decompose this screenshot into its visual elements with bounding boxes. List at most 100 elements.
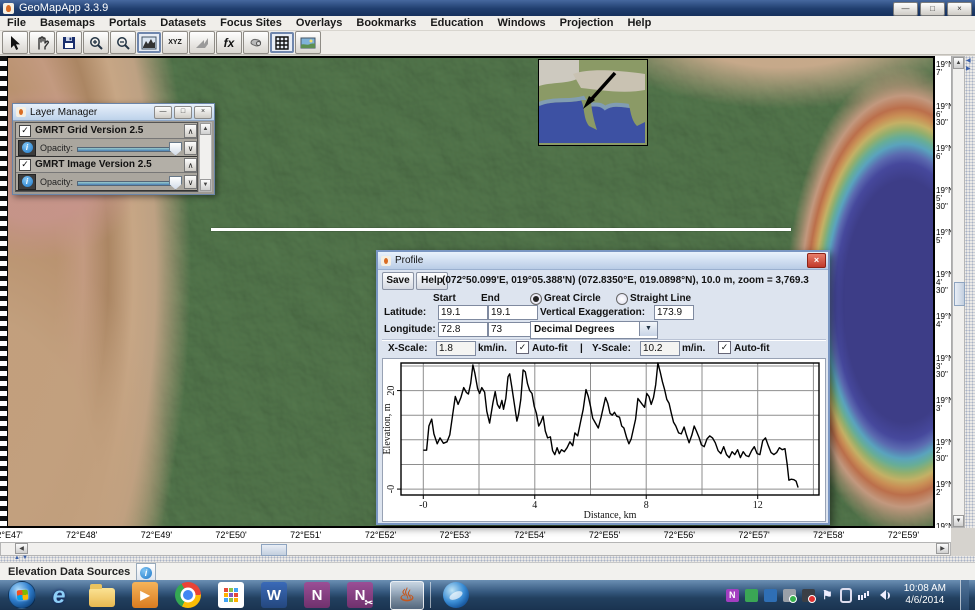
- menu-projection[interactable]: Projection: [553, 17, 621, 29]
- layer-info-button[interactable]: i: [18, 174, 36, 190]
- menu-overlays[interactable]: Overlays: [289, 17, 349, 29]
- layer-visibility-checkbox[interactable]: ✓: [19, 159, 31, 171]
- onenote-clipper-icon[interactable]: N✂: [347, 582, 373, 608]
- menu-education[interactable]: Education: [423, 17, 490, 29]
- layer-manager-window[interactable]: Layer Manager — □ × ✓ GMRT Grid Version …: [12, 103, 215, 195]
- menu-file[interactable]: File: [0, 17, 33, 29]
- menu-portals[interactable]: Portals: [102, 17, 153, 29]
- internet-explorer-icon[interactable]: e: [46, 582, 72, 608]
- layer-move-down-button[interactable]: ∨: [184, 141, 197, 155]
- tray-volume-icon[interactable]: [877, 589, 890, 602]
- tray-alert-icon[interactable]: [802, 589, 815, 602]
- profile-close-button[interactable]: ×: [807, 253, 826, 268]
- x-autofit-checkbox[interactable]: ✓: [516, 341, 529, 354]
- divider-collapse-icon[interactable]: ◀: [966, 58, 971, 64]
- tray-app-icon[interactable]: [764, 589, 777, 602]
- google-earth-icon[interactable]: [443, 582, 469, 608]
- function-tool-button[interactable]: fx: [216, 31, 242, 54]
- layer-move-up-button[interactable]: ∧: [184, 158, 197, 172]
- close-button[interactable]: ×: [947, 2, 972, 16]
- units-dropdown[interactable]: Decimal Degrees ▼: [530, 321, 658, 339]
- profile-titlebar[interactable]: Profile ×: [378, 252, 828, 270]
- save-tool-button[interactable]: [56, 31, 82, 54]
- chrome-icon[interactable]: [175, 582, 201, 608]
- vertical-exaggeration-input[interactable]: [654, 305, 694, 320]
- scroll-down-button[interactable]: ▼: [953, 515, 964, 527]
- lasso-tool-button[interactable]: [243, 31, 269, 54]
- import-tool-button[interactable]: [189, 31, 215, 54]
- x-scale-input[interactable]: [436, 341, 476, 356]
- xyz-tool-button[interactable]: XYZ: [162, 31, 188, 54]
- tray-onenote-icon[interactable]: N: [726, 589, 739, 602]
- scroll-right-button[interactable]: ▶: [936, 543, 949, 554]
- layer-manager-minimize-button[interactable]: —: [154, 106, 172, 119]
- basemap-tool-button[interactable]: [295, 31, 321, 54]
- layer-move-down-button[interactable]: ∨: [184, 175, 197, 189]
- show-desktop-button[interactable]: [960, 580, 969, 610]
- menu-datasets[interactable]: Datasets: [153, 17, 213, 29]
- latitude-start-input[interactable]: [438, 305, 488, 320]
- file-explorer-icon[interactable]: [89, 588, 115, 607]
- java-geomapapp-icon[interactable]: ♨: [394, 582, 420, 608]
- layer-visibility-checkbox[interactable]: ✓: [19, 125, 31, 137]
- horizontal-scrollbar[interactable]: ◀ ▶: [0, 542, 951, 556]
- app-launcher-icon[interactable]: [218, 582, 244, 608]
- divider-expand-icon[interactable]: ▶: [966, 66, 971, 72]
- media-player-icon[interactable]: ▶: [132, 582, 158, 608]
- tray-update-icon[interactable]: [783, 589, 796, 602]
- taskbar-clock[interactable]: 10:08 AM 4/6/2014: [896, 583, 954, 607]
- scroll-up-button[interactable]: ▲: [953, 57, 964, 69]
- minimize-button[interactable]: —: [893, 2, 918, 16]
- layer-scroll-up-button[interactable]: ▲: [200, 123, 211, 135]
- save-button[interactable]: Save: [382, 272, 414, 290]
- vertical-scrollbar[interactable]: ▲ ▼: [952, 56, 965, 528]
- tray-action-center-icon[interactable]: ⚑: [821, 589, 834, 602]
- slider-thumb[interactable]: [169, 176, 182, 190]
- opacity-slider[interactable]: [77, 142, 182, 154]
- horizontal-scroll-thumb[interactable]: [261, 544, 287, 556]
- y-scale-input[interactable]: [640, 341, 680, 356]
- profile-tool-button[interactable]: [137, 32, 161, 53]
- longitude-start-input[interactable]: [438, 322, 488, 337]
- scroll-left-button[interactable]: ◀: [15, 543, 28, 554]
- word-icon[interactable]: W: [261, 582, 287, 608]
- zoom-in-tool-button[interactable]: [83, 31, 109, 54]
- window-titlebar[interactable]: GeoMapApp 3.3.9 — □ ×: [0, 0, 975, 16]
- dropdown-arrow-icon[interactable]: ▼: [639, 322, 657, 336]
- divider-down-icon[interactable]: ▼: [22, 555, 28, 561]
- layer-move-up-button[interactable]: ∧: [184, 124, 197, 138]
- tray-power-icon[interactable]: [840, 588, 852, 603]
- menu-windows[interactable]: Windows: [490, 17, 552, 29]
- elevation-profile-chart[interactable]: -04812-020Elevation, mDistance, km: [383, 359, 825, 521]
- grid-tool-button[interactable]: [270, 32, 294, 53]
- opacity-slider[interactable]: [77, 176, 182, 188]
- restore-button[interactable]: □: [920, 2, 945, 16]
- great-circle-radio[interactable]: [530, 293, 542, 305]
- profile-window[interactable]: Profile × Save Help (072°50.099'E, 019°0…: [376, 250, 830, 525]
- layer-manager-restore-button[interactable]: □: [174, 106, 192, 119]
- tray-antivirus-icon[interactable]: [745, 589, 758, 602]
- layer-info-button[interactable]: i: [18, 140, 36, 156]
- start-button[interactable]: [8, 581, 36, 609]
- slider-thumb[interactable]: [169, 142, 182, 156]
- right-split-divider[interactable]: ◀ ▶: [965, 56, 975, 528]
- latitude-end-input[interactable]: [488, 305, 538, 320]
- menu-bookmarks[interactable]: Bookmarks: [349, 17, 423, 29]
- select-tool-button[interactable]: [2, 31, 28, 54]
- menu-basemaps[interactable]: Basemaps: [33, 17, 102, 29]
- java-geomapapp-icon-pressed[interactable]: ♨: [390, 581, 424, 610]
- onenote-icon[interactable]: N: [304, 582, 330, 608]
- straight-line-radio[interactable]: [616, 293, 628, 305]
- y-autofit-checkbox[interactable]: ✓: [718, 341, 731, 354]
- menu-focus-sites[interactable]: Focus Sites: [213, 17, 289, 29]
- layer-manager-close-button[interactable]: ×: [194, 106, 212, 119]
- zoom-out-tool-button[interactable]: [110, 31, 136, 54]
- divider-up-icon[interactable]: ▲: [14, 555, 20, 561]
- tray-network-icon[interactable]: [858, 589, 871, 602]
- menu-help[interactable]: Help: [620, 17, 658, 29]
- vertical-scroll-thumb[interactable]: [954, 282, 965, 306]
- layer-manager-titlebar[interactable]: Layer Manager — □ ×: [13, 104, 214, 121]
- layer-manager-scrollbar[interactable]: ▲ ▼: [199, 122, 212, 192]
- pan-tool-button[interactable]: [29, 31, 55, 54]
- layer-scroll-down-button[interactable]: ▼: [200, 179, 211, 191]
